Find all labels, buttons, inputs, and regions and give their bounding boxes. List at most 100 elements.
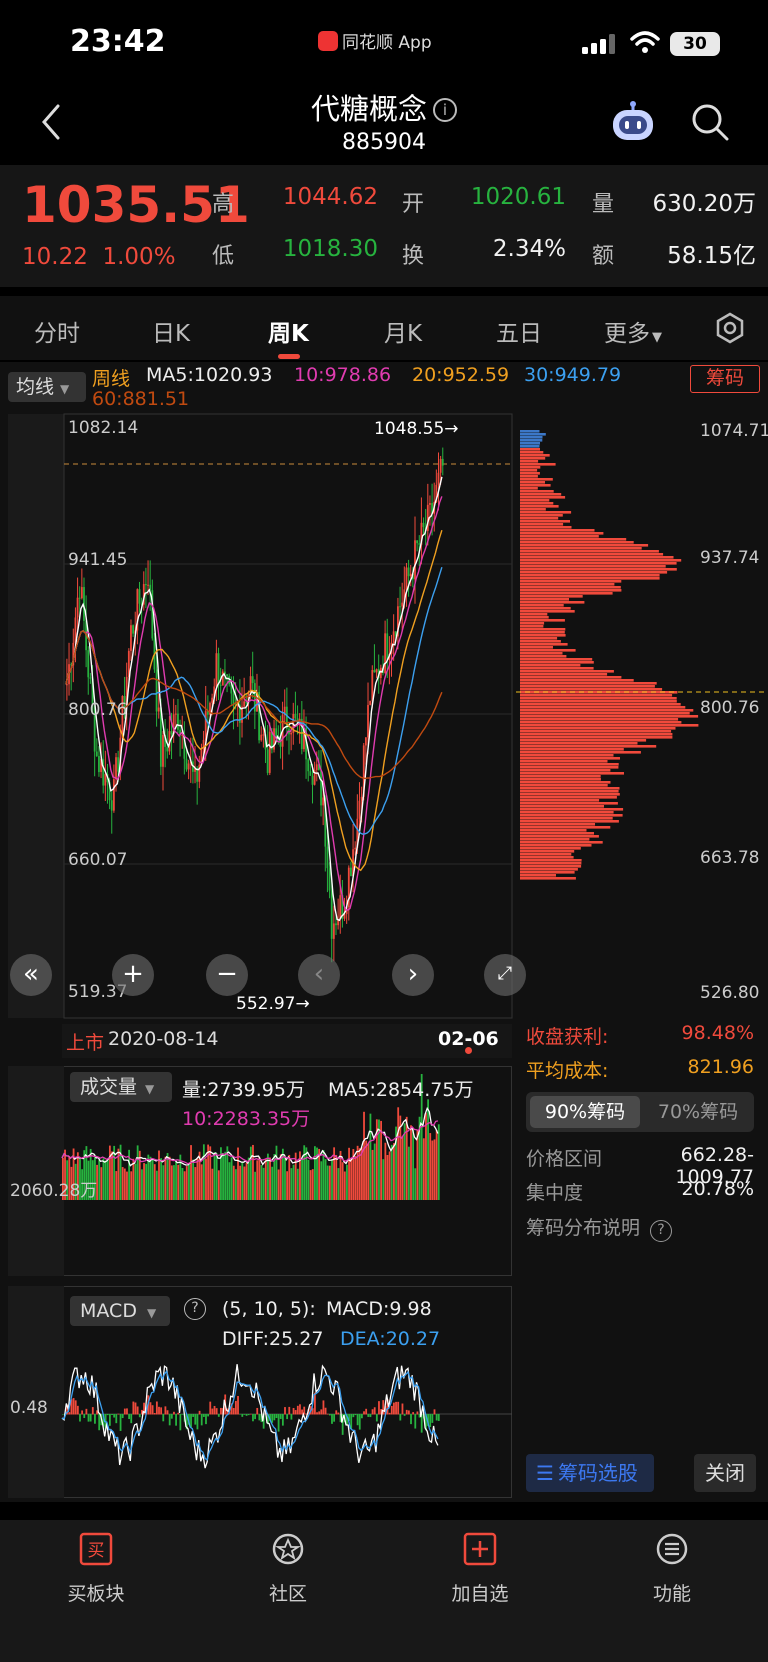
kline-y-label: 660.07 xyxy=(68,850,128,870)
chip-bar xyxy=(520,871,575,874)
candle-body xyxy=(262,734,265,736)
volume-bar xyxy=(130,1171,133,1200)
nav-buy-sector-label: 买板块 xyxy=(67,1583,125,1605)
volume-bar xyxy=(232,1165,235,1200)
macd-histogram-bar xyxy=(196,1414,199,1430)
tab-weekly[interactable]: 周K xyxy=(268,314,309,348)
search-icon[interactable] xyxy=(690,102,730,142)
candle-body xyxy=(350,867,352,877)
volume-bar xyxy=(288,1154,291,1200)
chip-distribution-button[interactable]: 筹码 xyxy=(690,365,760,393)
volume-bar xyxy=(303,1145,306,1200)
chip-bar xyxy=(520,661,594,664)
chip-bar xyxy=(520,610,575,613)
macd-histogram-bar xyxy=(403,1414,406,1416)
macd-histogram-bar xyxy=(76,1405,79,1415)
price-range-label: 价格区间 xyxy=(526,1148,603,1170)
macd-histogram-bar xyxy=(373,1407,376,1415)
macd-histogram-bar xyxy=(234,1400,237,1415)
volume-bar xyxy=(309,1170,312,1200)
chip-bar xyxy=(520,838,590,841)
robot-assistant-icon[interactable] xyxy=(610,100,656,142)
chip-bar xyxy=(520,646,553,649)
macd-histogram-bar xyxy=(333,1414,336,1422)
volume-bar xyxy=(371,1149,374,1200)
chip-bar xyxy=(520,544,649,547)
macd-axis-label: 0.48 xyxy=(10,1398,48,1418)
chip-bar xyxy=(520,772,624,775)
macd-histogram-bar xyxy=(168,1414,171,1426)
zoom-in-button[interactable]: + xyxy=(112,954,154,996)
macd-histogram-bar xyxy=(331,1414,333,1424)
chip-bar xyxy=(520,808,624,811)
tab-five-day[interactable]: 五日 xyxy=(496,314,542,348)
chip-bar xyxy=(520,727,676,730)
tab-more[interactable]: 更多 ▼ xyxy=(604,314,662,348)
volume-bar xyxy=(102,1158,105,1200)
chip-bar xyxy=(520,499,550,502)
tab-more-label: 更多 xyxy=(604,321,650,347)
info-icon[interactable]: i xyxy=(433,98,457,122)
volume-bar xyxy=(181,1168,184,1200)
settings-icon[interactable] xyxy=(714,312,746,344)
chip-70-button[interactable]: 70%筹码 xyxy=(646,1096,750,1128)
macd-histogram-bar xyxy=(335,1410,338,1415)
volume-bar xyxy=(343,1171,346,1200)
chip-bar xyxy=(520,664,581,667)
volume-bar xyxy=(143,1163,145,1200)
candle-body xyxy=(87,650,90,678)
chip-bar xyxy=(520,430,540,433)
volume-bar xyxy=(215,1153,218,1200)
close-chip-button[interactable]: 关闭 xyxy=(694,1454,756,1492)
tab-daily[interactable]: 日K xyxy=(152,314,190,348)
volume-bar xyxy=(393,1143,395,1200)
macd-histogram-bar xyxy=(149,1402,152,1415)
macd-left-strip xyxy=(8,1286,64,1498)
macd-histogram-bar xyxy=(390,1405,393,1415)
nav-community[interactable]: 社区 xyxy=(228,1532,348,1606)
high-label: 高 xyxy=(212,192,235,217)
macd-help-icon[interactable]: ? xyxy=(184,1298,206,1320)
chip-y-label: 1074.71 xyxy=(700,421,768,441)
chip-bar xyxy=(520,478,553,481)
indicator-selector[interactable]: 均线 ▼ xyxy=(8,372,86,402)
volume-selector[interactable]: 成交量 ▼ xyxy=(70,1072,172,1102)
chip-bar xyxy=(520,760,608,763)
chip-bar xyxy=(520,460,539,463)
macd-histogram-bar xyxy=(277,1414,280,1432)
nav-buy-sector[interactable]: 买 买板块 xyxy=(36,1532,156,1606)
macd-selector-label: MACD xyxy=(80,1300,137,1322)
macd-histogram-bar xyxy=(273,1414,276,1421)
scroll-left-button[interactable]: ‹ xyxy=(298,954,340,996)
volume-bar xyxy=(192,1159,195,1200)
tab-monthly[interactable]: 月K xyxy=(384,314,422,348)
macd-histogram-bar xyxy=(158,1406,160,1415)
macd-selector[interactable]: MACD ▼ xyxy=(70,1296,170,1326)
candle-body xyxy=(386,633,389,660)
avg-cost-label: 平均成本: xyxy=(526,1060,609,1082)
tab-intraday[interactable]: 分时 xyxy=(34,314,80,348)
chip-90-button[interactable]: 90%筹码 xyxy=(530,1096,640,1128)
volume-bar xyxy=(397,1107,400,1200)
zoom-out-button[interactable]: − xyxy=(206,954,248,996)
macd-histogram-bar xyxy=(155,1401,158,1415)
chip-bar xyxy=(520,535,599,538)
macd-histogram-bar xyxy=(72,1398,75,1415)
caret-down-icon: ▼ xyxy=(146,1306,157,1320)
scroll-left-fast-button[interactable]: « xyxy=(10,954,52,996)
chip-explain-link[interactable]: 筹码分布说明? xyxy=(526,1213,673,1242)
chip-bar xyxy=(520,580,622,583)
nav-add-watchlist[interactable]: 加自选 xyxy=(420,1532,540,1606)
help-icon[interactable]: ? xyxy=(650,1220,673,1242)
macd-histogram-bar xyxy=(175,1414,177,1426)
macd-histogram-bar xyxy=(337,1412,340,1415)
macd-histogram-bar xyxy=(121,1414,124,1419)
nav-functions[interactable]: 功能 xyxy=(612,1532,732,1606)
candle-body xyxy=(441,458,444,466)
chip-stock-select-button[interactable]: ☰ 筹码选股 xyxy=(526,1454,654,1492)
chip-bar xyxy=(520,490,554,493)
candle-body xyxy=(147,584,149,586)
chip-bar xyxy=(520,856,574,859)
macd-histogram-bar xyxy=(213,1405,216,1415)
scroll-right-button[interactable]: › xyxy=(392,954,434,996)
